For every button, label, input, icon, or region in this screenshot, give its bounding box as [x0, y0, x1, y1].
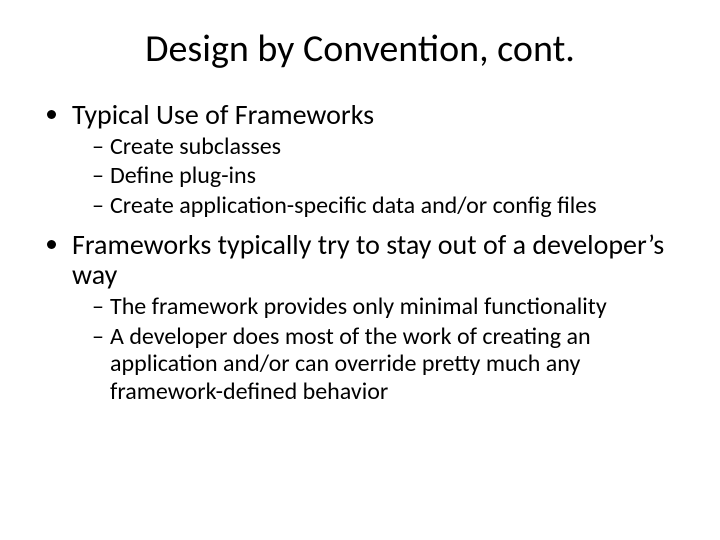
slide-title: Design by Convention, cont.: [40, 26, 680, 72]
bullet-1-text: Typical Use of Frameworks: [72, 97, 374, 132]
bullet-1-sub-3: Create application-specific data and/or …: [92, 192, 680, 220]
bullet-2-sub-1: The framework provides only minimal func…: [92, 293, 680, 321]
bullet-2-sublist: The framework provides only minimal func…: [72, 293, 680, 405]
bullet-2-text: Frameworks typically try to stay out of …: [72, 227, 664, 293]
slide: Design by Convention, cont. Typical Use …: [0, 0, 720, 540]
bullet-2-sub-2: A developer does most of the work of cre…: [92, 323, 680, 406]
bullet-2: Frameworks typically try to stay out of …: [72, 230, 680, 406]
bullet-list: Typical Use of Frameworks Create subclas…: [40, 100, 680, 406]
bullet-1-sub-1: Create subclasses: [92, 133, 680, 161]
bullet-1-sublist: Create subclasses Define plug-ins Create…: [72, 133, 680, 220]
bullet-1: Typical Use of Frameworks Create subclas…: [72, 100, 680, 220]
bullet-1-sub-2: Define plug-ins: [92, 162, 680, 190]
